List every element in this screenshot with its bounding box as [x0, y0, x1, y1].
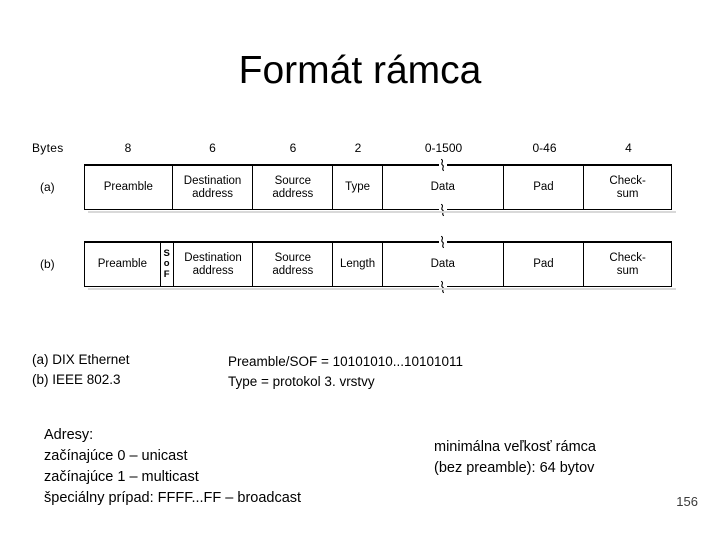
frame-format-figure: Bytes 8 6 6 2 0-1500 0-46 4 (a) Preamble…: [0, 136, 720, 311]
cell-b-source-line-2: address: [272, 264, 314, 277]
cell-a-pad: Pad: [504, 166, 585, 209]
cell-a-source-line-2: address: [272, 187, 314, 200]
cell-b-source-address: Source address: [253, 243, 334, 286]
cell-a-destination-address: Destination address: [173, 166, 254, 209]
notes-addresses-broadcast: špeciálny prípad: FFFF...FF – broadcast: [44, 490, 302, 506]
notes-addresses: Adresy: začínajúce 0 – unicast začínajúc…: [44, 425, 301, 509]
cell-a-data: Data: [383, 158, 504, 217]
cell-a-data-line-1: Data: [430, 181, 455, 194]
legend-type-value: Type = protokol 3. vrstvy: [228, 374, 375, 389]
byte-count-pad: 0-46: [532, 141, 557, 155]
cell-b-source-line-1: Source: [274, 252, 311, 264]
cell-a-checksum-line-2: sum: [616, 187, 639, 200]
break-mark-icon: [436, 235, 450, 249]
cell-a-preamble-line-1: Preamble: [103, 181, 153, 194]
notes-min-frame-size-line-1: minimálna veľkosť rámca: [434, 439, 596, 455]
cell-a-type: Type: [333, 166, 383, 209]
cell-b-destination-line-2: address: [192, 264, 234, 277]
notes-addresses-multicast: začínajúce 1 – multicast: [44, 469, 199, 485]
break-mark-icon: [436, 203, 450, 217]
cell-a-destination-line-2: address: [192, 187, 234, 200]
cell-a-pad-line-1: Pad: [533, 181, 554, 194]
cell-b-data: Data: [383, 235, 504, 294]
frame-row-a: Preamble Destination address Source addr…: [84, 158, 672, 217]
cell-a-source-line-1: Source: [274, 175, 311, 187]
cell-a-source-address: Source address: [253, 166, 334, 209]
cell-a-checksum-line-1: Check-: [609, 175, 646, 187]
frame-row-b: Preamble S o F Destination address Sourc…: [84, 235, 672, 294]
cell-b-destination-address: Destination address: [174, 243, 254, 286]
cell-a-destination-line-1: Destination: [183, 175, 242, 187]
break-mark-icon: [436, 158, 450, 172]
cell-b-destination-line-1: Destination: [184, 252, 242, 264]
cell-b-length: Length: [333, 243, 383, 286]
legend-field-values: Preamble/SOF = 10101010...10101011 Type …: [228, 352, 463, 392]
row-label-a: (a): [40, 180, 55, 194]
cell-a-preamble: Preamble: [85, 166, 173, 209]
cell-b-preamble: Preamble: [85, 243, 161, 286]
notes-addresses-unicast: začínajúce 0 – unicast: [44, 448, 188, 464]
cell-b-pad: Pad: [504, 243, 585, 286]
cell-b-checksum: Check- sum: [584, 243, 671, 286]
legend-preamble-sof-value: Preamble/SOF = 10101010...10101011: [228, 354, 464, 369]
byte-count-destination: 6: [209, 141, 216, 155]
cell-b-sof: S o F: [161, 243, 174, 286]
bytes-axis-label: Bytes: [32, 141, 64, 155]
row-label-b: (b): [40, 257, 55, 271]
byte-count-checksum: 4: [625, 141, 632, 155]
cell-a-type-line-1: Type: [345, 181, 371, 194]
byte-count-source: 6: [289, 141, 297, 155]
cell-a-checksum: Check- sum: [584, 166, 671, 209]
cell-b-sof-line-3: F: [163, 268, 170, 280]
slide-frame-format: Formát rámca Bytes 8 6 6 2 0-1500 0-46 4…: [0, 0, 720, 540]
byte-count-preamble: 8: [124, 141, 132, 155]
legend-variant-a: (a) DIX Ethernet: [32, 352, 130, 367]
row-a-shadow: [88, 211, 676, 213]
byte-count-type: 2: [354, 141, 362, 155]
cell-b-length-line-1: Length: [339, 258, 376, 271]
cell-b-pad-line-1: Pad: [533, 258, 554, 271]
cell-b-data-line-1: Data: [430, 258, 455, 271]
cell-b-preamble-line-1: Preamble: [97, 258, 147, 271]
byte-count-data: 0-1500: [424, 141, 463, 155]
page-number: 156: [676, 494, 698, 509]
row-b-shadow: [88, 288, 676, 290]
cell-b-checksum-line-2: sum: [616, 264, 639, 277]
notes-min-frame-size-line-2: (bez preamble): 64 bytov: [434, 460, 595, 476]
page-title: Formát rámca: [238, 49, 482, 92]
break-mark-icon: [436, 280, 450, 294]
legend-variant-b: (b) IEEE 802.3: [32, 372, 121, 387]
cell-b-checksum-line-1: Check-: [609, 252, 646, 264]
notes-min-frame-size: minimálna veľkosť rámca (bez preamble): …: [434, 437, 596, 479]
legend-variants: (a) DIX Ethernet (b) IEEE 802.3: [32, 350, 130, 390]
notes-addresses-heading: Adresy:: [44, 427, 94, 443]
